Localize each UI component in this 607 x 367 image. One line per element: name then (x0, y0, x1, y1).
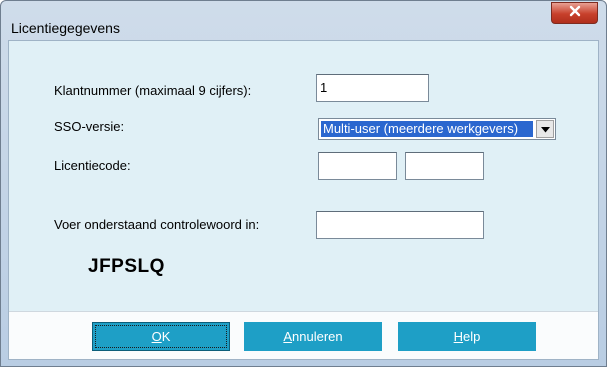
ok-mnemonic: O (151, 329, 162, 344)
close-button[interactable] (551, 2, 598, 24)
ok-label: K (161, 329, 171, 344)
customer-number-label: Klantnummer (maximaal 9 cijfers): (54, 83, 252, 98)
control-word-label: Voer onderstaand controlewoord in: (54, 217, 260, 232)
customer-number-input[interactable]: 1 (316, 74, 429, 102)
chevron-down-icon (540, 120, 550, 138)
dropdown-button[interactable] (536, 120, 554, 138)
dialog-content: Klantnummer (maximaal 9 cijfers): 1 SSO-… (8, 40, 599, 360)
cancel-button[interactable]: Annuleren (244, 322, 382, 351)
license-code-input-2[interactable] (405, 152, 484, 180)
help-button[interactable]: Help (398, 322, 536, 351)
close-icon (569, 4, 581, 22)
title-bar[interactable]: Licentiegegevens (1, 1, 606, 37)
help-label: elp (463, 329, 481, 344)
button-bar: OK Annuleren Help (9, 311, 598, 359)
license-code-input-1[interactable] (318, 152, 397, 180)
sso-version-label: SSO-versie: (54, 119, 125, 134)
help-mnemonic: H (453, 329, 464, 344)
window-title: Licentiegegevens (11, 20, 120, 36)
dialog-window: Licentiegegevens Klantnummer (maximaal 9… (0, 0, 607, 367)
sso-version-select[interactable]: Multi-user (meerdere werkgevers) (318, 118, 556, 140)
cancel-label: nnuleren (292, 329, 343, 344)
sso-version-selected: Multi-user (meerdere werkgevers) (321, 121, 533, 137)
license-code-label: Licentiecode: (54, 158, 131, 173)
cancel-mnemonic: A (283, 329, 293, 344)
captcha-text: JFPSLQ (88, 256, 165, 277)
control-word-input[interactable] (316, 211, 484, 239)
ok-button[interactable]: OK (92, 322, 230, 351)
